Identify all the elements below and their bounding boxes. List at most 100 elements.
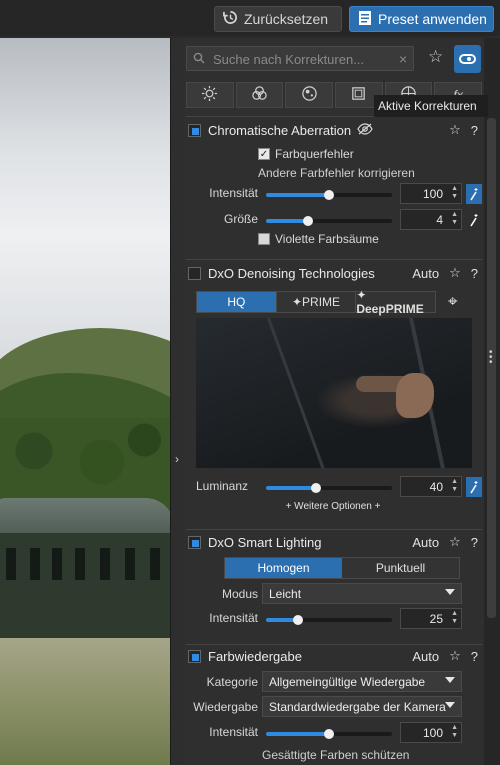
photo-train-window: [30, 548, 40, 580]
mode-homogen-button[interactable]: Homogen: [225, 558, 342, 578]
intensity-value-field[interactable]: 100 ▲ ▼: [400, 183, 462, 204]
section-header-denoising[interactable]: DxO Denoising Technologies Auto ☆ ?: [186, 261, 482, 285]
section-enable-checkbox[interactable]: [188, 266, 201, 280]
spinner-arrows-icon[interactable]: ▲ ▼: [451, 478, 458, 494]
auto-label[interactable]: Auto: [412, 535, 439, 550]
favorite-star-icon[interactable]: ☆: [449, 648, 461, 664]
help-icon[interactable]: ?: [471, 266, 478, 281]
crosshair-preview-icon[interactable]: ⌖: [448, 292, 458, 312]
auto-label[interactable]: Auto: [412, 649, 439, 664]
photo-train-window: [125, 548, 135, 580]
slider-handle[interactable]: [324, 729, 334, 739]
more-options-link[interactable]: + Weitere Optionen +: [182, 501, 484, 512]
slider-fill: [266, 486, 317, 490]
value-text: 4: [436, 213, 443, 227]
rendering-dropdown[interactable]: Standardwiedergabe der Kamera: [262, 696, 462, 717]
auto-magic-wand-icon[interactable]: [466, 210, 482, 230]
reset-label: Zurücksetzen: [244, 11, 329, 27]
visibility-off-icon[interactable]: [357, 122, 373, 138]
intensity-slider[interactable]: [266, 190, 392, 200]
slider-handle[interactable]: [302, 216, 313, 226]
mode-dropdown[interactable]: Leicht: [262, 583, 462, 604]
section-title: Chromatische Aberration: [208, 122, 352, 138]
mode-hq-button[interactable]: HQ: [197, 292, 277, 312]
favorite-star-icon[interactable]: ☆: [449, 122, 461, 138]
preset-document-icon: [358, 10, 372, 29]
photo-canvas[interactable]: [0, 38, 170, 765]
section-header-smart-lighting[interactable]: DxO Smart Lighting Auto ☆ ?: [186, 530, 482, 554]
denoise-preview[interactable]: [196, 318, 472, 468]
tooltip: Aktive Korrekturen: [374, 95, 488, 117]
corrections-panel: × ☆: [182, 38, 484, 765]
spinner-arrows-icon[interactable]: ▲ ▼: [451, 724, 458, 740]
reset-button[interactable]: Zurücksetzen: [214, 6, 342, 32]
size-value-field[interactable]: 4 ▲ ▼: [400, 209, 462, 230]
sun-icon: [201, 85, 218, 106]
tab-color[interactable]: [235, 82, 284, 108]
favorite-star-icon[interactable]: ☆: [449, 265, 461, 281]
other-color-fringes-label: Andere Farbfehler korrigieren: [258, 166, 415, 180]
section-header-color-rendering[interactable]: Farbwiedergabe Auto ☆ ?: [186, 644, 482, 668]
search-input[interactable]: [213, 50, 393, 68]
mode-prime-button[interactable]: ✦PRIME: [276, 292, 357, 312]
favorite-star-icon[interactable]: ☆: [449, 534, 461, 550]
auto-label[interactable]: Auto: [412, 266, 439, 281]
photo-sky: [0, 38, 170, 368]
dropdown-label: Kategorie: [206, 675, 258, 689]
slider-handle[interactable]: [292, 615, 303, 625]
reset-history-icon: [223, 10, 238, 28]
section-divider: [186, 259, 482, 260]
tab-light[interactable]: [186, 82, 234, 108]
panel-scrollbar[interactable]: • • •: [484, 38, 500, 765]
lateral-chromatic-checkbox-row[interactable]: ✓ Farbquerfehler: [258, 147, 354, 161]
active-corrections-toggle[interactable]: [454, 45, 481, 73]
slider-handle[interactable]: [324, 190, 334, 200]
purple-fringing-checkbox-row[interactable]: Violette Farbsäume: [258, 232, 379, 246]
tab-detail[interactable]: [285, 82, 334, 108]
purple-fringing-checkbox[interactable]: [258, 233, 270, 245]
lateral-chromatic-checkbox[interactable]: ✓: [258, 148, 270, 160]
apply-preset-button[interactable]: Preset anwenden: [349, 6, 494, 32]
lighting-intensity-slider[interactable]: [266, 615, 392, 625]
dropdown-arrow-icon: [445, 677, 455, 683]
spinner-arrows-icon[interactable]: ▲ ▼: [451, 610, 458, 626]
size-slider-row: Größe 4 ▲ ▼: [186, 209, 482, 231]
slider-label: Luminanz: [196, 479, 249, 493]
geometry-icon: [350, 85, 367, 106]
top-toolbar: Zurücksetzen Preset anwenden: [0, 0, 500, 36]
slider-label: Intensität: [209, 186, 258, 200]
section-enable-checkbox[interactable]: [188, 123, 201, 137]
spinner-arrows-icon[interactable]: ▲ ▼: [451, 185, 458, 201]
luminance-value-field[interactable]: 40 ▲ ▼: [400, 476, 462, 497]
auto-magic-wand-icon[interactable]: [466, 477, 482, 497]
panel-splitter[interactable]: ›: [170, 38, 182, 765]
slider-fill: [266, 732, 329, 736]
luminance-slider[interactable]: [266, 483, 392, 493]
section-actions: Auto ☆ ?: [412, 265, 478, 281]
section-enable-checkbox[interactable]: [188, 535, 201, 549]
favorites-star-icon[interactable]: ☆: [428, 47, 443, 67]
more-options-dots-icon[interactable]: • • •: [489, 348, 495, 368]
lighting-intensity-slider-row: Intensität 25 ▲ ▼: [186, 608, 482, 630]
rendering-intensity-slider[interactable]: [266, 729, 392, 739]
category-dropdown[interactable]: Allgemeingültige Wiedergabe: [262, 671, 462, 692]
mode-punktuell-button[interactable]: Punktuell: [342, 558, 459, 578]
photo-train-roof: [0, 498, 170, 538]
auto-magic-wand-icon[interactable]: [466, 184, 482, 204]
help-icon[interactable]: ?: [471, 123, 478, 138]
slider-fill: [266, 193, 329, 197]
help-icon[interactable]: ?: [471, 535, 478, 550]
rendering-intensity-value-field[interactable]: 100 ▲ ▼: [400, 722, 462, 743]
clear-search-icon[interactable]: ×: [399, 51, 407, 67]
section-header-chromatic[interactable]: Chromatische Aberration ☆ ?: [186, 118, 482, 142]
mode-deepprime-button[interactable]: ✦ DeepPRIME: [356, 288, 436, 316]
help-icon[interactable]: ?: [471, 649, 478, 664]
spinner-arrows-icon[interactable]: ▲ ▼: [451, 211, 458, 227]
slider-fill: [266, 219, 308, 223]
section-actions: Auto ☆ ?: [412, 534, 478, 550]
size-slider[interactable]: [266, 216, 392, 226]
scrollbar-thumb[interactable]: [487, 118, 496, 618]
slider-handle[interactable]: [311, 483, 322, 493]
section-enable-checkbox[interactable]: [188, 649, 201, 663]
lighting-intensity-value-field[interactable]: 25 ▲ ▼: [400, 608, 462, 629]
